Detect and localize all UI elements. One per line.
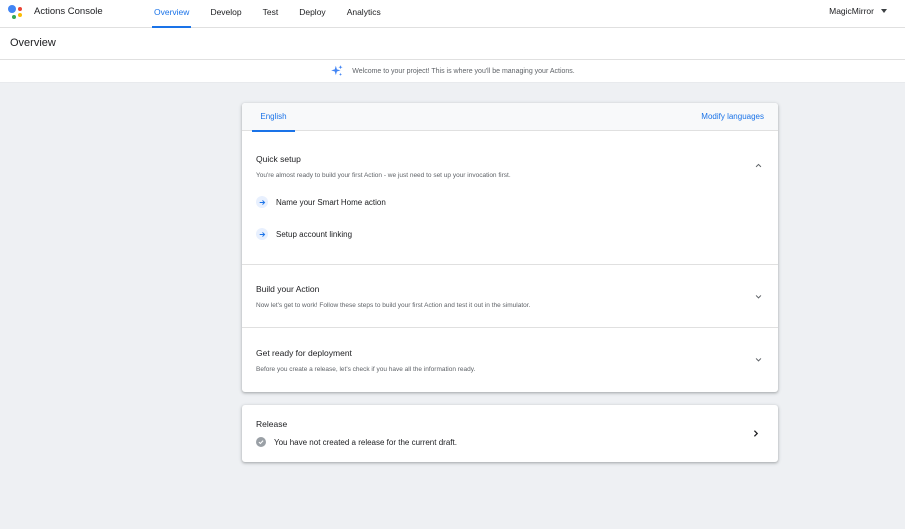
app-name[interactable]: Actions Console — [34, 6, 103, 17]
step-label: Name your Smart Home action — [276, 197, 386, 207]
tab-english[interactable]: English — [252, 103, 295, 132]
tab-develop[interactable]: Develop — [210, 0, 241, 28]
tab-analytics[interactable]: Analytics — [347, 0, 381, 28]
chevron-right-icon[interactable] — [752, 429, 760, 438]
tab-test[interactable]: Test — [263, 0, 279, 28]
project-selector[interactable]: MagicMirror — [829, 6, 887, 16]
project-name: MagicMirror — [829, 6, 874, 16]
tab-overview[interactable]: Overview — [151, 0, 192, 28]
tab-deploy[interactable]: Deploy — [299, 0, 325, 28]
deployment-title: Get ready for deployment — [256, 348, 352, 358]
build-action-section[interactable]: Build your Action Now let's get to work!… — [242, 265, 778, 328]
release-card[interactable]: Release You have not created a release f… — [242, 405, 778, 462]
build-action-title: Build your Action — [256, 284, 320, 294]
release-status-text: You have not created a release for the c… — [274, 437, 457, 447]
step-name-action[interactable]: Name your Smart Home action — [256, 196, 386, 208]
page-title-bar: Overview — [0, 28, 905, 60]
quick-setup-section[interactable]: Quick setup You're almost ready to build… — [242, 131, 778, 265]
welcome-banner: Welcome to your project! This is where y… — [0, 60, 905, 83]
main-nav: Overview Develop Test Deploy Analytics — [145, 0, 393, 28]
release-status: You have not created a release for the c… — [256, 437, 457, 447]
chevron-down-icon[interactable] — [755, 356, 762, 363]
modify-languages-link[interactable]: Modify languages — [701, 112, 764, 121]
top-app-bar: Actions Console Overview Develop Test De… — [0, 0, 905, 28]
step-label: Setup account linking — [276, 229, 353, 239]
google-assistant-logo-icon[interactable] — [8, 5, 24, 21]
chevron-up-icon[interactable] — [755, 162, 762, 169]
check-circle-icon — [256, 437, 266, 447]
arrow-right-icon — [256, 228, 268, 240]
release-title: Release — [256, 419, 288, 429]
banner-text: Welcome to your project! This is where y… — [352, 67, 575, 75]
arrow-right-icon — [256, 196, 268, 208]
sparkle-icon — [331, 65, 343, 77]
deployment-section[interactable]: Get ready for deployment Before you crea… — [242, 328, 778, 392]
language-tabs: English Modify languages — [242, 103, 778, 132]
step-account-linking[interactable]: Setup account linking — [256, 228, 352, 240]
caret-down-icon — [881, 9, 887, 13]
setup-card: English Modify languages Quick setup You… — [242, 103, 778, 392]
chevron-down-icon[interactable] — [755, 293, 762, 300]
quick-setup-description: You're almost ready to build your first … — [256, 172, 511, 179]
deployment-description: Before you create a release, let's check… — [256, 366, 476, 373]
quick-setup-title: Quick setup — [256, 154, 301, 164]
page-title: Overview — [10, 37, 56, 49]
build-action-description: Now let's get to work! Follow these step… — [256, 302, 531, 309]
